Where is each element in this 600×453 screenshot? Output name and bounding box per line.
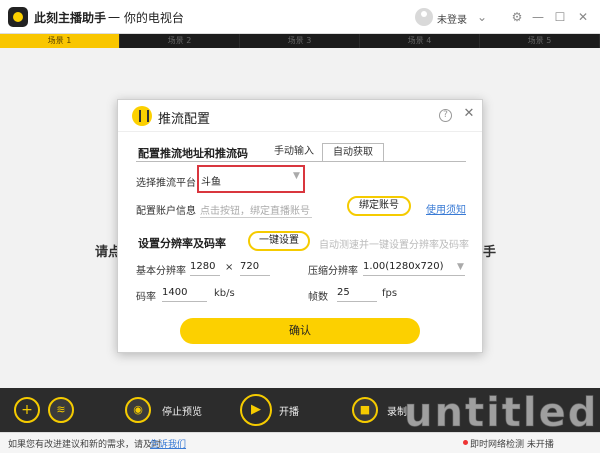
feedback-link[interactable]: 告诉我们 <box>150 437 186 450</box>
account-label: 配置账户信息 <box>136 206 196 217</box>
layers-icon[interactable]: ≋ <box>48 397 74 423</box>
scene-tabs: 场景 1 场景 2 场景 3 场景 4 场景 5 <box>0 34 600 48</box>
stop-preview-button[interactable]: 停止预览 <box>162 403 202 418</box>
base-width-input[interactable]: 1280 <box>190 260 220 276</box>
tab-scene-1[interactable]: 场景 1 <box>0 34 120 48</box>
section-title-resolution: 设置分辨率及码率 <box>138 237 226 250</box>
footer-feedback-text: 如果您有改进建议和新的需求，请及时 <box>8 440 162 450</box>
usage-notes-link[interactable]: 使用须知 <box>426 201 466 216</box>
tab-manual-input[interactable]: 手动输入 <box>268 143 320 162</box>
times-sign: × <box>225 262 234 273</box>
app-title: 此刻主播助手 <box>34 11 107 25</box>
dropdown-arrow-icon: ▼ <box>293 171 300 181</box>
title-bar: 此刻主播助手 一 你的电视台 未登录 ⌄ ⚙ — ☐ ✕ <box>0 0 600 34</box>
compress-resolution-select[interactable]: 1.00(1280x720) <box>363 260 465 276</box>
dialog-close-icon[interactable]: ✕ <box>461 106 477 122</box>
dialog-header: 推流配置 ? ✕ <box>118 100 482 132</box>
play-icon[interactable]: ▶ <box>240 394 272 426</box>
tab-auto-fetch[interactable]: 自动获取 <box>322 143 384 162</box>
watermark-logo: untitled <box>403 390 599 437</box>
maximize-icon[interactable]: ☐ <box>552 9 568 25</box>
help-icon[interactable]: ? <box>439 109 452 122</box>
close-icon[interactable]: ✕ <box>575 9 591 25</box>
platform-select[interactable]: 斗鱼 ▼ <box>197 165 305 193</box>
platform-value: 斗鱼 <box>201 177 221 188</box>
preview-hint-right: 手 <box>483 245 497 260</box>
compress-resolution-label: 压缩分辨率 <box>308 266 358 277</box>
login-status[interactable]: 未登录 <box>437 11 467 26</box>
one-click-hint: 自动测速并一键设置分辨率及码率 <box>319 240 469 251</box>
record-icon[interactable]: ■ <box>352 397 378 423</box>
dropdown-arrow-icon: ▼ <box>457 262 464 272</box>
minimize-icon[interactable]: — <box>530 9 546 25</box>
tab-scene-2[interactable]: 场景 2 <box>120 34 240 48</box>
bitrate-input[interactable]: 1400 <box>162 286 207 302</box>
user-avatar-icon[interactable] <box>415 8 433 26</box>
platform-label: 选择推流平台 <box>136 178 196 189</box>
app-logo <box>8 7 28 27</box>
network-status-icon <box>463 440 468 445</box>
fps-label: 帧数 <box>308 292 328 303</box>
start-stream-button[interactable]: 开播 <box>279 403 299 418</box>
app-slogan: 一 你的电视台 <box>108 11 184 25</box>
gear-icon[interactable]: ⚙ <box>509 9 525 25</box>
base-resolution-label: 基本分辨率 <box>136 266 186 277</box>
base-height-input[interactable]: 720 <box>240 260 270 276</box>
fps-input[interactable]: 25 <box>337 286 377 302</box>
stream-config-dialog: 推流配置 ? ✕ 配置推流地址和推流码 手动输入 自动获取 选择推流平台 斗鱼 … <box>117 99 483 353</box>
tab-scene-5[interactable]: 场景 5 <box>480 34 600 48</box>
bitrate-label: 码率 <box>136 292 156 303</box>
bind-account-button[interactable]: 绑定账号 <box>347 196 411 216</box>
stop-preview-icon[interactable]: ◉ <box>125 397 151 423</box>
stream-status: 即时网络检测 未开播 <box>470 440 554 450</box>
tab-divider <box>136 161 466 162</box>
fps-unit: fps <box>382 288 398 299</box>
chevron-down-icon[interactable]: ⌄ <box>474 9 490 25</box>
tab-scene-4[interactable]: 场景 4 <box>360 34 480 48</box>
tab-scene-3[interactable]: 场景 3 <box>240 34 360 48</box>
account-hint: 点击按钮，绑定直播账号 <box>200 202 312 218</box>
confirm-button[interactable]: 确认 <box>180 318 420 344</box>
bitrate-unit: kb/s <box>214 288 235 299</box>
one-click-setup-button[interactable]: 一键设置 <box>248 231 310 251</box>
add-source-button[interactable]: + <box>14 397 40 423</box>
stream-config-icon <box>132 106 152 126</box>
dialog-title: 推流配置 <box>158 112 211 127</box>
section-title-stream: 配置推流地址和推流码 <box>138 147 248 160</box>
